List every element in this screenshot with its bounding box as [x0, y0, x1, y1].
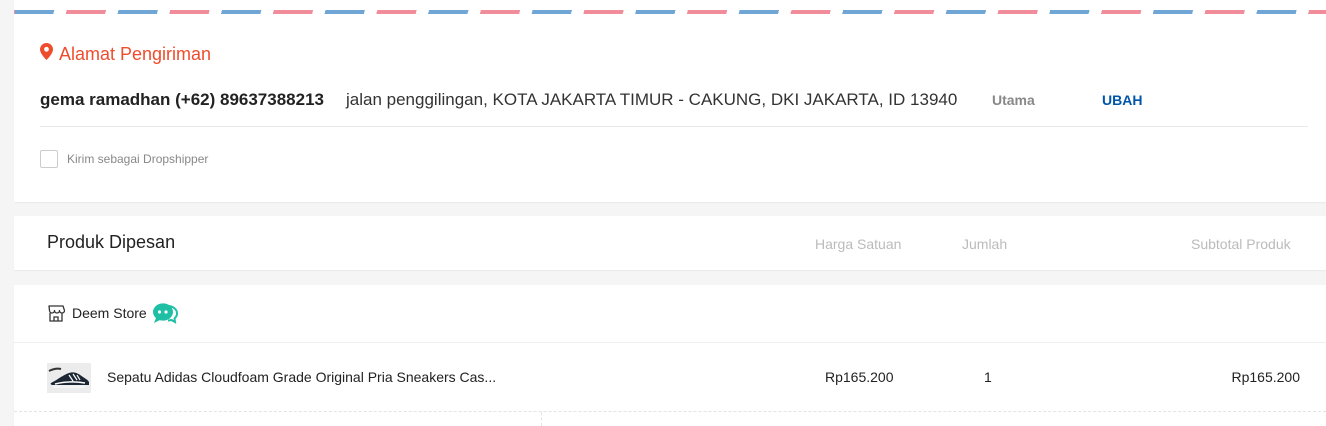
dropshipper-checkbox[interactable]: [40, 150, 58, 168]
store-divider: [14, 342, 1326, 343]
airmail-border: [14, 10, 1326, 14]
ordered-products-title: Produk Dipesan: [47, 232, 176, 252]
product-unit-price: Rp165.200: [825, 369, 894, 385]
product-thumbnail[interactable]: [47, 363, 91, 393]
store-order-card: Deem Store Sepatu Adidas Cloudfoam Grade…: [14, 285, 1326, 426]
address-divider: [40, 126, 1308, 127]
item-dashed-divider: [14, 411, 1326, 412]
address-title: Alamat Pengiriman: [59, 43, 212, 64]
product-subtotal: Rp165.200: [1231, 369, 1300, 385]
address-header: Alamat Pengiriman: [40, 43, 211, 65]
column-unit-price: Harga Satuan: [815, 236, 902, 252]
order-item-row: Sepatu Adidas Cloudfoam Grade Original P…: [14, 357, 1326, 397]
change-address-button[interactable]: UBAH: [1102, 92, 1142, 108]
store-name[interactable]: Deem Store: [72, 305, 147, 321]
address-row: gema ramadhan (+62) 89637388213 jalan pe…: [40, 88, 1310, 112]
recipient-name-phone: gema ramadhan (+62) 89637388213: [40, 90, 324, 109]
ordered-products-header: Produk Dipesan Harga Satuan Jumlah Subto…: [14, 216, 1326, 270]
dropshipper-option[interactable]: Kirim sebagai Dropshipper: [40, 150, 208, 168]
column-quantity: Jumlah: [962, 236, 1008, 252]
column-subtotal: Subtotal Produk: [1191, 236, 1291, 252]
store-row: Deem Store: [47, 301, 180, 325]
product-name[interactable]: Sepatu Adidas Cloudfoam Grade Original P…: [107, 369, 537, 385]
product-quantity: 1: [984, 369, 992, 385]
vertical-dashed-divider: [541, 412, 542, 426]
default-address-badge: Utama: [992, 92, 1035, 108]
store-icon: [47, 304, 65, 322]
address-detail: jalan penggilingan, KOTA JAKARTA TIMUR -…: [346, 90, 958, 109]
chat-icon[interactable]: [152, 302, 180, 324]
shipping-address-card: Alamat Pengiriman gema ramadhan (+62) 89…: [14, 0, 1326, 202]
location-pin-icon: [40, 43, 59, 65]
dropshipper-label: Kirim sebagai Dropshipper: [67, 152, 209, 166]
